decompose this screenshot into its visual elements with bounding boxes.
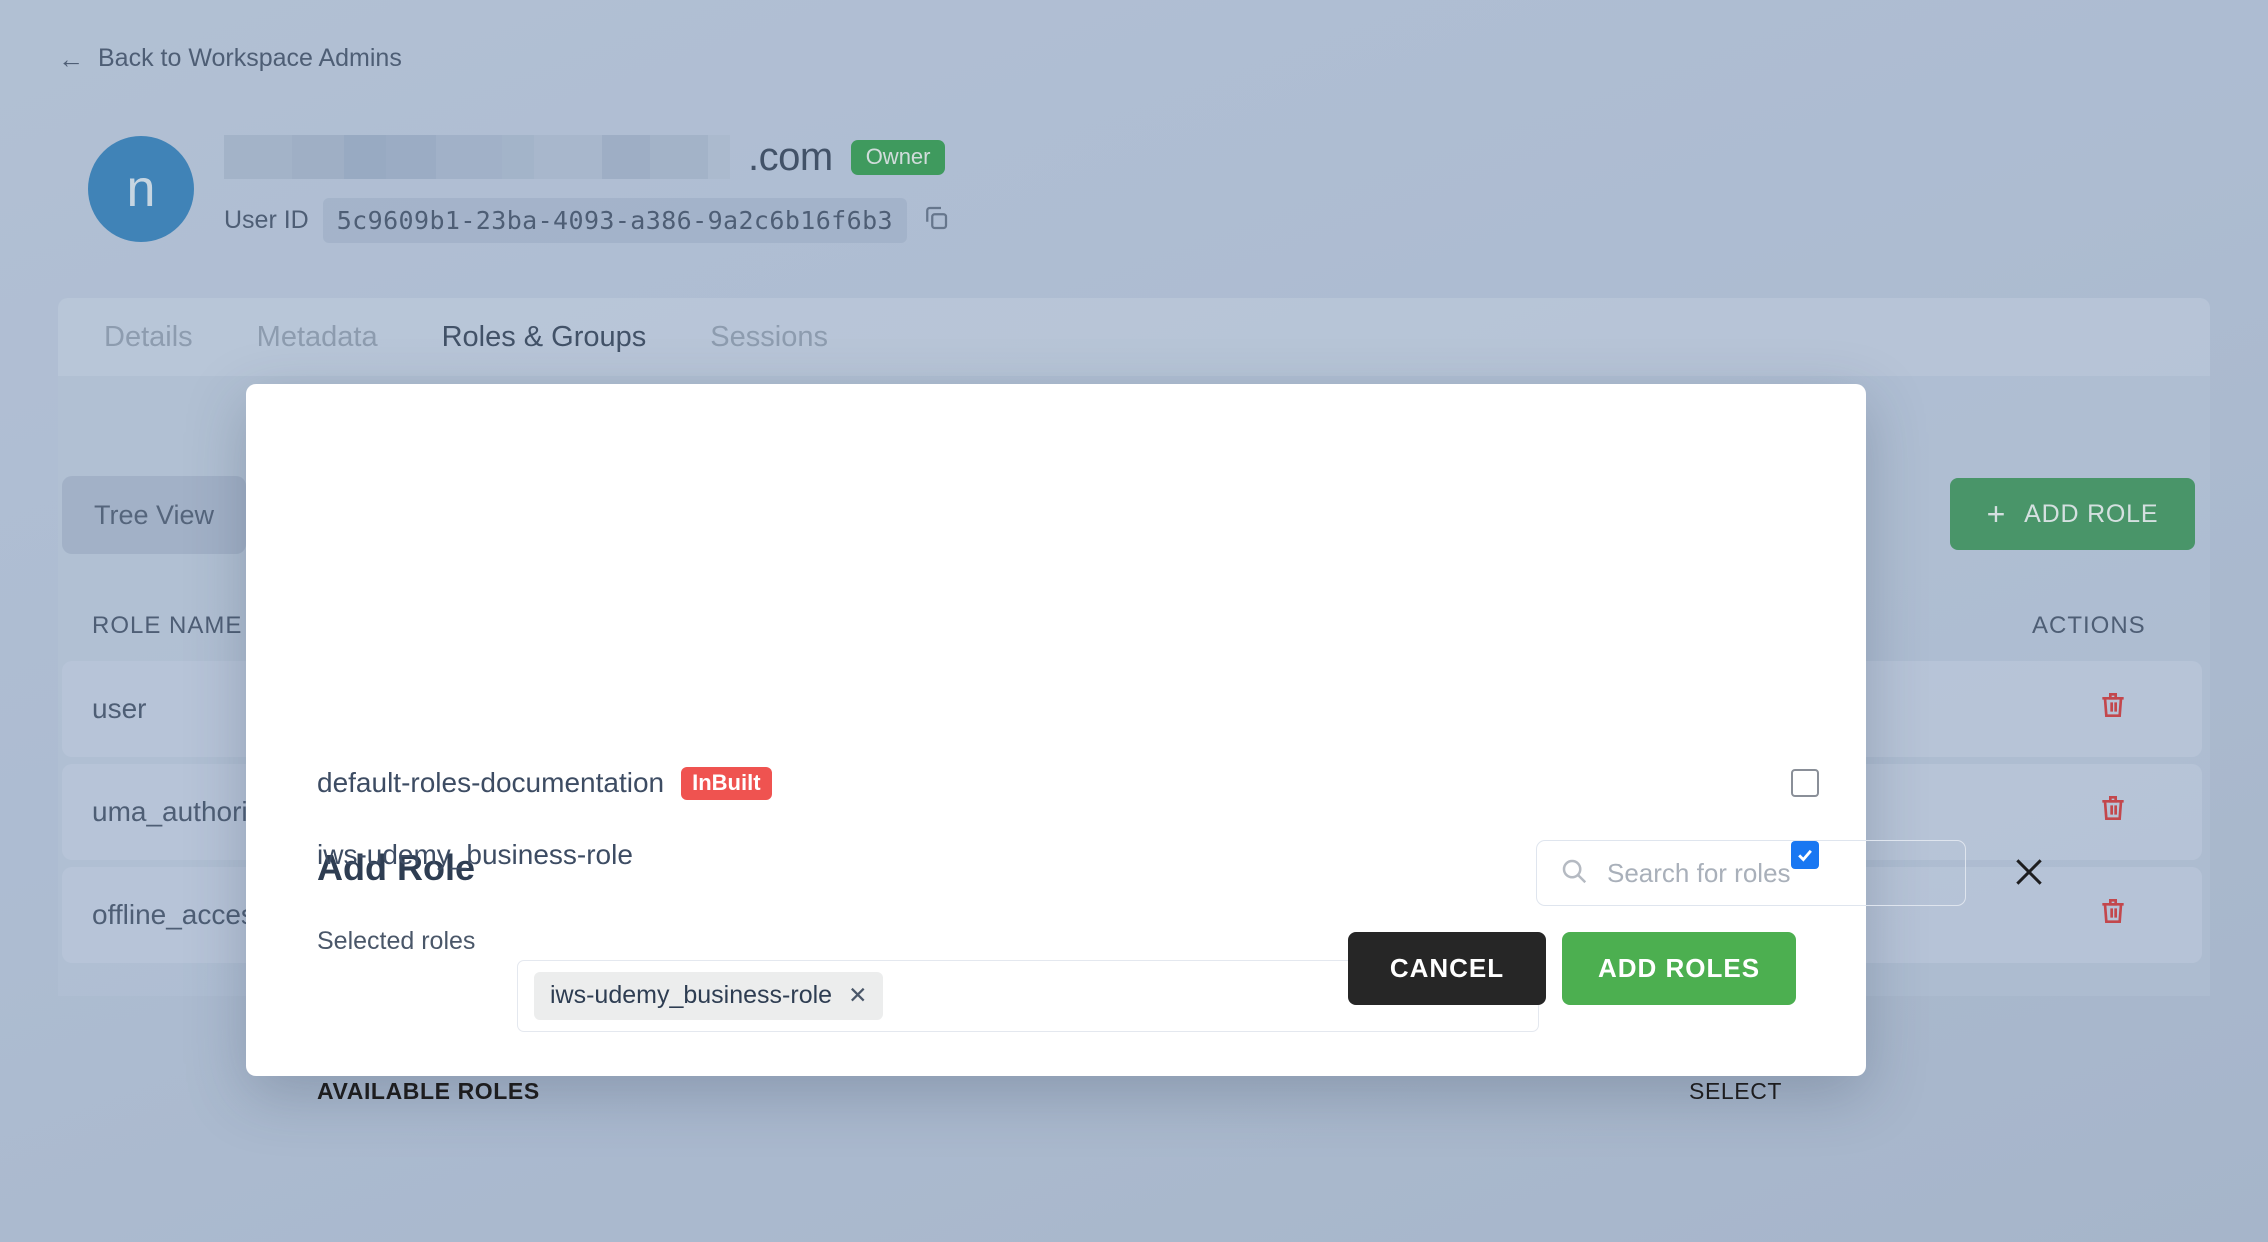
cancel-button-label: CANCEL	[1389, 953, 1505, 983]
available-roles-label: AVAILABLE ROLES	[317, 1078, 540, 1104]
close-icon[interactable]	[2006, 849, 2052, 895]
select-column-label: SELECT	[1689, 1078, 1783, 1104]
selected-roles-label: Selected roles	[317, 927, 476, 955]
add-roles-button[interactable]: ADD ROLES	[1562, 932, 1796, 1005]
role-checkbox[interactable]	[1791, 769, 1819, 797]
cancel-button[interactable]: CANCEL	[1348, 932, 1546, 1005]
close-icon[interactable]: ✕	[848, 984, 867, 1007]
selected-role-chip-label: iws-udemy_business-role	[550, 981, 833, 1009]
add-role-modal: Add Role Selected roles iws-udemy_busine…	[246, 384, 2042, 1104]
inbuilt-badge: InBuilt	[681, 766, 772, 800]
add-roles-button-label: ADD ROLES	[1597, 953, 1761, 983]
selected-role-chip[interactable]: iws-udemy_business-role ✕	[534, 972, 884, 1020]
available-role-name: iws-udemy_business-role	[317, 839, 633, 870]
available-role-row[interactable]: default-roles-documentation InBuilt	[317, 756, 1819, 810]
available-role-row[interactable]: iws-udemy_business-role	[317, 828, 1819, 882]
available-role-name: default-roles-documentation	[317, 767, 665, 798]
role-checkbox[interactable]	[1791, 841, 1819, 869]
